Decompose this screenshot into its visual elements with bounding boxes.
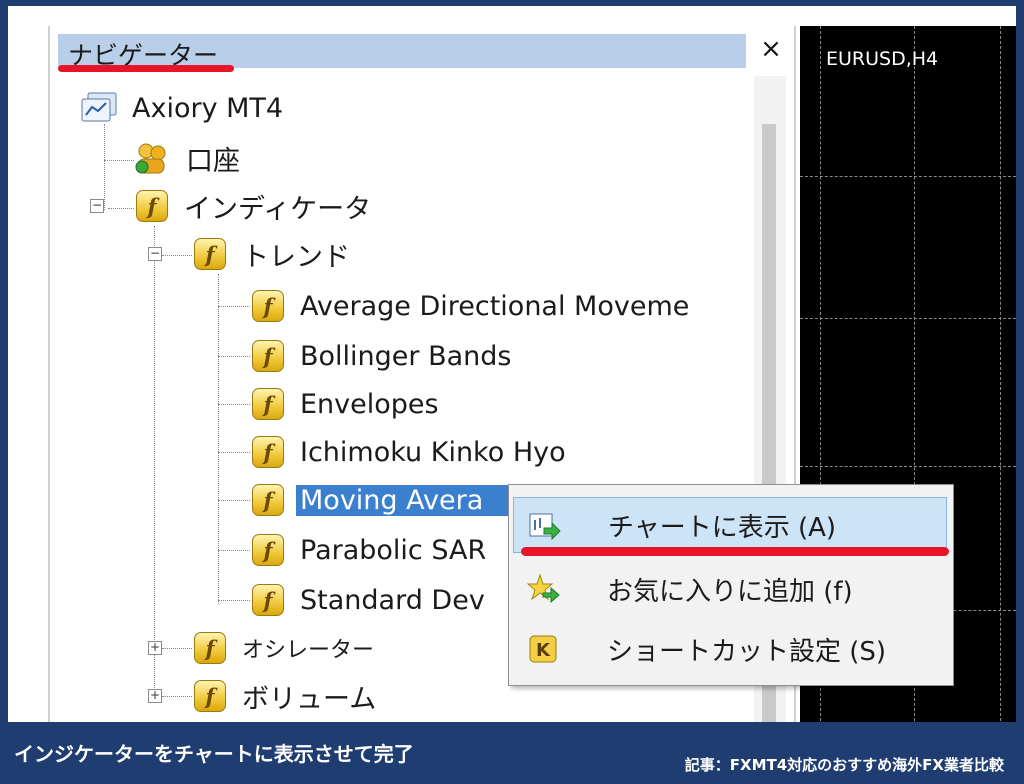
indicator-f-icon: f bbox=[252, 584, 284, 616]
tree-item-indicator[interactable]: f Envelopes bbox=[252, 382, 439, 426]
tree-item-label: Envelopes bbox=[300, 388, 439, 420]
collapse-icon[interactable]: − bbox=[90, 199, 104, 213]
tree-item-label: トレンド bbox=[242, 241, 350, 273]
svg-text:K: K bbox=[536, 640, 551, 661]
tree-line bbox=[218, 306, 250, 307]
indicator-f-icon: f bbox=[194, 238, 226, 270]
expand-icon[interactable]: + bbox=[148, 689, 162, 703]
tree-item-label: インディケータ bbox=[184, 193, 372, 225]
tree-item-indicators[interactable]: − f インディケータ bbox=[90, 184, 371, 228]
tree-item-volumes[interactable]: + f ボリューム bbox=[148, 674, 376, 718]
favorite-star-icon bbox=[527, 573, 560, 604]
chart-grid-line bbox=[800, 176, 1016, 177]
tree-root-axiory[interactable]: Axiory MT4 bbox=[80, 86, 283, 130]
menu-highlight-underline bbox=[521, 547, 949, 556]
indicator-f-icon: f bbox=[194, 632, 226, 664]
expand-icon[interactable]: + bbox=[148, 641, 162, 655]
tree-item-label: ボリューム bbox=[242, 683, 377, 715]
tree-line bbox=[218, 452, 250, 453]
tree-item-trend[interactable]: − f トレンド bbox=[148, 232, 350, 276]
tree-item-indicator[interactable]: f Bollinger Bands bbox=[252, 334, 511, 378]
tree-line bbox=[218, 550, 250, 551]
tree-item-label: Average Directional Moveme bbox=[300, 290, 690, 322]
chart-grid-line bbox=[800, 466, 1016, 467]
tree-line bbox=[218, 600, 250, 601]
indicator-f-icon: f bbox=[252, 290, 284, 322]
menu-item-label: ショートカット設定 (S) bbox=[607, 636, 887, 667]
indicator-f-icon: f bbox=[252, 436, 284, 468]
menu-item-add-favorite[interactable]: お気に入りに追加 (f) bbox=[513, 561, 947, 617]
navigator-header: ナビゲーター bbox=[58, 34, 746, 70]
close-icon[interactable]: × bbox=[754, 32, 788, 66]
caption-text: インジケーターをチャートに表示させて完了 bbox=[14, 742, 414, 766]
title-highlight-underline bbox=[58, 65, 234, 72]
menu-item-shortcut-settings[interactable]: K ショートカット設定 (S) bbox=[513, 621, 947, 677]
tree-item-label: Moving Avera bbox=[296, 484, 544, 516]
account-users-icon bbox=[135, 143, 166, 174]
caption-credit: 記事：FXMT4対応のおすすめ海外FX業者比較 bbox=[684, 756, 1004, 774]
tree-item-indicator[interactable]: f Ichimoku Kinko Hyo bbox=[252, 430, 566, 474]
menu-item-label: お気に入りに追加 (f) bbox=[607, 576, 853, 607]
chart-grid-line bbox=[1000, 26, 1001, 722]
tree-line bbox=[218, 404, 250, 405]
tree-line bbox=[218, 500, 250, 501]
tree-item-label: オシレーター bbox=[242, 638, 375, 663]
chart-attach-icon bbox=[529, 513, 561, 541]
chart-symbol-label: EURUSD,H4 bbox=[826, 48, 939, 70]
tree-line bbox=[218, 356, 250, 357]
collapse-icon[interactable]: − bbox=[148, 247, 162, 261]
menu-item-attach-to-chart[interactable]: チャートに表示 (A) bbox=[513, 497, 947, 553]
menu-item-label: チャートに表示 (A) bbox=[608, 512, 837, 543]
tree-line bbox=[218, 274, 219, 604]
indicator-f-icon: f bbox=[252, 534, 284, 566]
tree-item-label: Bollinger Bands bbox=[300, 340, 512, 372]
tree-item-label: Standard Dev bbox=[300, 584, 485, 616]
terminal-icon bbox=[81, 92, 117, 122]
tree-item-label: Ichimoku Kinko Hyo bbox=[300, 436, 566, 468]
indicator-f-icon: f bbox=[252, 388, 284, 420]
chart-grid-line bbox=[800, 318, 1016, 319]
tree-line bbox=[104, 160, 134, 161]
tree-root-label: Axiory MT4 bbox=[132, 92, 284, 124]
tree-item-oscillators[interactable]: + f オシレーター bbox=[148, 626, 374, 670]
tree-item-account[interactable]: 口座 bbox=[134, 136, 240, 180]
indicator-f-icon: f bbox=[194, 680, 226, 712]
screenshot-frame: ナビゲーター × Axiory MT4 口座 − f インディケータ − f ト… bbox=[8, 6, 1016, 722]
indicator-f-icon: f bbox=[252, 484, 284, 516]
indicator-f-icon: f bbox=[252, 340, 284, 372]
shortcut-k-icon: K bbox=[529, 635, 557, 663]
tree-item-label: Parabolic SAR bbox=[300, 534, 487, 566]
tree-item-indicator[interactable]: f Standard Dev bbox=[252, 578, 485, 622]
tree-item-indicator-selected[interactable]: f Moving Avera bbox=[252, 478, 544, 522]
context-menu: チャートに表示 (A) お気に入りに追加 (f) K ショートカット設定 (S) bbox=[508, 484, 954, 686]
tree-item-label: 口座 bbox=[186, 145, 240, 177]
tree-item-indicator[interactable]: f Average Directional Moveme bbox=[252, 284, 689, 328]
indicator-f-icon: f bbox=[136, 190, 168, 222]
tree-item-indicator[interactable]: f Parabolic SAR bbox=[252, 528, 486, 572]
